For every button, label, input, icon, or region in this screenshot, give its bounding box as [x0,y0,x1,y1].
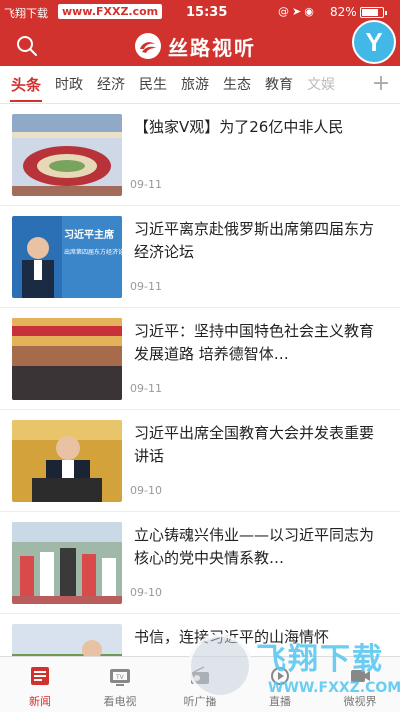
news-item[interactable]: 习近平出席全国教育大会并发表重要讲话 09-10 [0,410,400,512]
news-date: 09-11 [130,178,162,191]
svg-text:习近平主席: 习近平主席 [64,228,114,241]
tab-2[interactable]: 经济 [90,66,132,104]
tab-6[interactable]: 教育 [258,66,300,104]
tab-5[interactable]: 生态 [216,66,258,104]
nav-label: 看电视 [103,695,137,708]
status-time: 15:35 [186,5,228,20]
news-icon [31,667,49,685]
news-date: 09-11 [130,280,162,293]
add-tab-plus-icon[interactable]: + [370,72,392,96]
rotation-lock-icon: ◉ [304,5,317,18]
app-header: 丝路视听 [0,26,400,66]
news-thumbnail [12,420,122,502]
news-list: 【独家V观】为了26亿中非人民09-11 习近平主席 出席第四届东方经济论坛习近… [0,104,400,656]
status-icons: @➤◉ [278,5,317,18]
news-thumbnail: 习近平主席 出席第四届东方经济论坛 [12,216,122,298]
news-date: 09-10 [130,586,162,599]
news-thumbnail [12,318,122,400]
news-item[interactable]: 习近平：坚持中国特色社会主义教育发展道路 培养德智体… 09-11 [0,308,400,410]
news-thumbnail [12,624,122,656]
news-item[interactable]: 立心铸魂兴伟业——以习近平同志为核心的党中央情系教… 09-10 [0,512,400,614]
site-label: www.FXXZ.com [58,4,163,19]
tab-0[interactable]: 头条 [4,66,48,104]
silk-road-logo-icon [135,33,161,59]
news-date: 09-10 [130,484,162,497]
alarm-icon: @ [278,5,292,18]
battery-icon [360,7,387,18]
user-avatar-button[interactable]: Y [352,20,396,64]
watermark-title: 飞翔下载 [256,642,384,677]
tab-7[interactable]: 文娱 [300,66,342,104]
svg-text:出席第四届东方经济论坛: 出席第四届东方经济论坛 [64,248,122,256]
news-date: 09-11 [130,382,162,395]
battery-percent: 82% [330,5,357,19]
news-thumbnail [12,114,122,196]
location-icon: ➤ [292,5,305,18]
search-button[interactable] [14,33,40,59]
watermark-url: WWW.FXXZ.COM [268,680,400,696]
news-title: 【独家V观】为了26亿中非人民 [134,118,344,136]
tab-4[interactable]: 旅游 [174,66,216,104]
news-item[interactable]: 【独家V观】为了26亿中非人民 09-11 [0,104,400,206]
tab-1[interactable]: 时政 [48,66,90,104]
category-tabs: 头条 时政 经济 民生 旅游 生态 教育 文娱 + [0,66,400,104]
tv-icon: TV [110,669,130,686]
news-thumbnail [12,522,122,604]
watermark: 飞翔下载 WWW.FXXZ.COM [188,632,400,708]
nav-item-0[interactable]: 新闻 [0,657,80,712]
nav-item-1[interactable]: TV 看电视 [80,657,160,712]
svg-text:TV: TV [115,674,125,681]
news-item[interactable]: 习近平主席 出席第四届东方经济论坛习近平离京赴俄罗斯出席第四届东方经济论坛09-… [0,206,400,308]
carrier-label: 飞翔下载 [4,7,48,20]
news-title: 习近平出席全国教育大会并发表重要讲话 [134,424,375,465]
news-title: 习近平离京赴俄罗斯出席第四届东方经济论坛 [134,220,375,261]
search-icon [17,36,37,56]
tab-3[interactable]: 民生 [132,66,174,104]
avatar-letter: Y [365,26,383,57]
news-title: 立心铸魂兴伟业——以习近平同志为核心的党中央情系教… [134,526,375,567]
status-bar: 飞翔下载 www.FXXZ.com 15:35 @➤◉ 82% [0,0,400,26]
watermark-logo-icon [188,634,252,698]
app-logo: 丝路视听 [134,32,256,60]
news-title: 习近平：坚持中国特色社会主义教育发展道路 培养德智体… [134,322,375,363]
nav-label: 新闻 [29,695,51,708]
app-title: 丝路视听 [168,35,256,60]
